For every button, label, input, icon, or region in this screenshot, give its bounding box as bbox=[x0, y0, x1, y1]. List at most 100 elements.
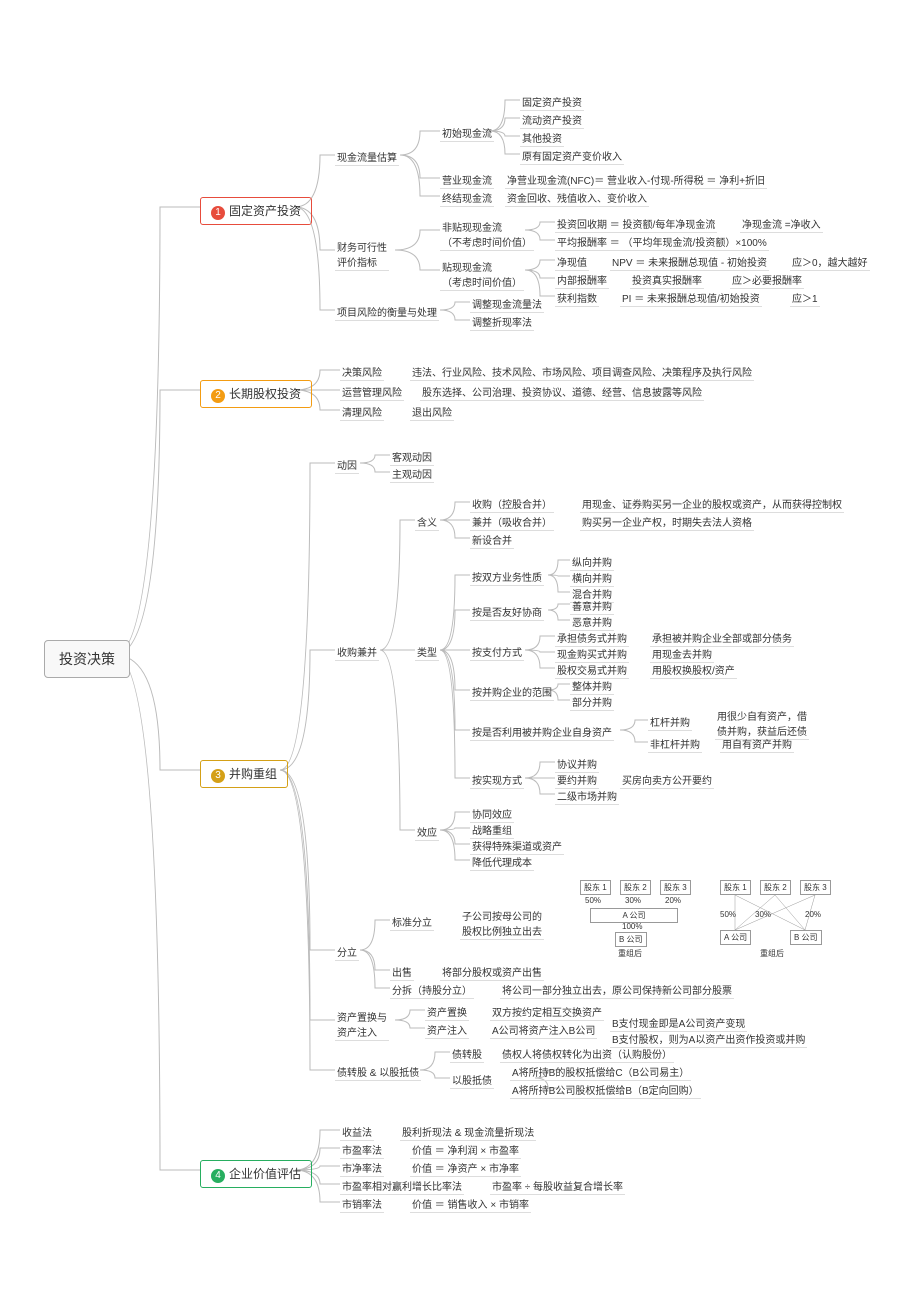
dg2-after: 重组后 bbox=[760, 948, 784, 959]
s3-asset: 资产置换与 资产注入 bbox=[335, 1008, 389, 1041]
leaf: 收购（控股合并） bbox=[470, 495, 554, 513]
leaf: 将公司一部分独立出去，原公司保持新公司部分股票 bbox=[500, 981, 734, 999]
s1-feasibility: 财务可行性 评价指标 bbox=[335, 238, 389, 271]
leaf: 按实现方式 bbox=[470, 771, 524, 789]
leaf: 买房向卖方公开要约 bbox=[620, 771, 714, 789]
dg2-p1: 50% bbox=[720, 910, 736, 919]
leaf: 股东选择、公司治理、投资协议、道德、经营、信息披露等风险 bbox=[420, 383, 704, 401]
leaf: 购买另一企业产权，时期失去法人资格 bbox=[580, 513, 754, 531]
leaf: 流动资产投资 bbox=[520, 111, 584, 129]
s3-split: 分立 bbox=[335, 943, 359, 961]
leaf: 净现值 bbox=[555, 253, 589, 271]
s3-meaning: 含义 bbox=[415, 513, 439, 531]
leaf: 新设合并 bbox=[470, 531, 514, 549]
s2-op-risk: 运营管理风险 bbox=[340, 383, 404, 401]
s3-type: 类型 bbox=[415, 643, 439, 661]
leaf: 债权人将债权转化为出资（认购股份） bbox=[500, 1045, 674, 1063]
leaf: 杠杆并购 bbox=[648, 713, 692, 731]
s3-effect: 效应 bbox=[415, 823, 439, 841]
dg1-b: B 公司 bbox=[615, 932, 647, 947]
leaf: 部分并购 bbox=[570, 693, 614, 711]
leaf: 股利折现法 & 现金流量折现法 bbox=[400, 1123, 536, 1141]
dg1-sh2: 股东 2 bbox=[620, 880, 651, 895]
leaf: 按是否利用被并购企业自身资产 bbox=[470, 723, 614, 741]
leaf: 投资回收期 ＝ 投资额/每年净现金流 bbox=[555, 215, 717, 233]
leaf: 按并购企业的范围 bbox=[470, 683, 554, 701]
main-3: 3并购重组 bbox=[200, 760, 288, 788]
leaf: 按双方业务性质 bbox=[470, 568, 544, 586]
leaf: 净现金流 =净收入 bbox=[740, 215, 823, 233]
leaf: 子公司按母公司的 股权比例独立出去 bbox=[460, 907, 544, 940]
main-2: 2长期股权投资 bbox=[200, 380, 312, 408]
leaf: 调整现金流量法 bbox=[470, 295, 544, 313]
dg2-sh1: 股东 1 bbox=[720, 880, 751, 895]
leaf: NPV ＝ 未来报酬总现值 - 初始投资 bbox=[610, 253, 769, 271]
dg1-a: A 公司 bbox=[590, 908, 678, 923]
leaf: 按是否友好协商 bbox=[470, 603, 544, 621]
s3-debt: 债转股 & 以股抵债 bbox=[335, 1063, 421, 1081]
s4-pb: 市净率法 bbox=[340, 1159, 384, 1177]
root: 投资决策 bbox=[44, 640, 130, 678]
leaf: 分拆（持股分立） bbox=[390, 981, 474, 999]
dg2-p3: 20% bbox=[805, 910, 821, 919]
leaf: 原有固定资产变价收入 bbox=[520, 147, 624, 165]
leaf: 其他投资 bbox=[520, 129, 564, 147]
dg1-p1: 50% bbox=[585, 896, 601, 905]
leaf: 价值 ＝ 净资产 × 市净率 bbox=[410, 1159, 521, 1177]
leaf: 应＞1 bbox=[790, 289, 820, 307]
dg2-p2: 30% bbox=[755, 910, 771, 919]
dg1-p3: 20% bbox=[665, 896, 681, 905]
s2-exit-risk: 清理风险 bbox=[340, 403, 384, 421]
main-1-label: 固定资产投资 bbox=[229, 204, 301, 218]
s3-ma: 收购兼并 bbox=[335, 643, 379, 661]
leaf: 用股权换股权/资产 bbox=[650, 661, 737, 679]
dg1-p2: 30% bbox=[625, 896, 641, 905]
leaf: 用自有资产并购 bbox=[720, 735, 794, 753]
leaf: 资金回收、残值收入、变价收入 bbox=[505, 189, 649, 207]
s4-pe: 市盈率法 bbox=[340, 1141, 384, 1159]
leaf: 资产置换 bbox=[425, 1003, 469, 1021]
s1-end-cf: 终结现金流 bbox=[440, 189, 494, 207]
s1-risk: 项目风险的衡量与处理 bbox=[335, 303, 439, 321]
s3-motive: 动因 bbox=[335, 456, 359, 474]
dg2-b: B 公司 bbox=[790, 930, 822, 945]
leaf: 用现金、证券购买另一企业的股权或资产，从而获得控制权 bbox=[580, 495, 844, 513]
leaf: 资产注入 bbox=[425, 1021, 469, 1039]
leaf: 主观动因 bbox=[390, 465, 434, 483]
leaf: 兼并（吸收合并） bbox=[470, 513, 554, 531]
leaf: 市盈率 ÷ 每股收益复合增长率 bbox=[490, 1177, 625, 1195]
dg1-after: 重组后 bbox=[618, 948, 642, 959]
leaf: 应＞必要报酬率 bbox=[730, 271, 804, 289]
main-2-label: 长期股权投资 bbox=[229, 387, 301, 401]
leaf: 固定资产投资 bbox=[520, 93, 584, 111]
main-4: 4企业价值评估 bbox=[200, 1160, 312, 1188]
leaf: 出售 bbox=[390, 963, 414, 981]
leaf: 二级市场并购 bbox=[555, 787, 619, 805]
leaf: 将部分股权或资产出售 bbox=[440, 963, 544, 981]
dg1-100: 100% bbox=[622, 922, 642, 931]
leaf: 价值 ＝ 销售收入 × 市销率 bbox=[410, 1195, 531, 1213]
leaf: 内部报酬率 bbox=[555, 271, 609, 289]
leaf: A将所持B的股权抵偿给C（B公司易主） bbox=[510, 1063, 691, 1081]
leaf: 客观动因 bbox=[390, 448, 434, 466]
leaf: A将所持B公司股权抵偿给B（B定向回购） bbox=[510, 1081, 701, 1099]
s1-op-cf: 营业现金流 bbox=[440, 171, 494, 189]
s2-decision-risk: 决策风险 bbox=[340, 363, 384, 381]
s1-nondisc: 非贴现现金流 （不考虑时间价值） bbox=[440, 218, 534, 251]
leaf: 调整折现率法 bbox=[470, 313, 534, 331]
main-1: 1固定资产投资 bbox=[200, 197, 312, 225]
leaf: 应＞0，越大越好 bbox=[790, 253, 870, 271]
main-4-label: 企业价值评估 bbox=[229, 1167, 301, 1181]
dg1-sh1: 股东 1 bbox=[580, 880, 611, 895]
leaf: 标准分立 bbox=[390, 913, 434, 931]
leaf: A公司将资产注入B公司 bbox=[490, 1021, 597, 1039]
leaf: 以股抵债 bbox=[450, 1071, 494, 1089]
dg2-sh3: 股东 3 bbox=[800, 880, 831, 895]
leaf: 双方按约定相互交换资产 bbox=[490, 1003, 604, 1021]
dg1-sh3: 股东 3 bbox=[660, 880, 691, 895]
leaf: 按支付方式 bbox=[470, 643, 524, 661]
s4-ps: 市销率法 bbox=[340, 1195, 384, 1213]
s1-init-cf: 初始现金流 bbox=[440, 124, 494, 142]
s4-income: 收益法 bbox=[340, 1123, 374, 1141]
s1-disc: 贴现现金流 （考虑时间价值） bbox=[440, 258, 524, 291]
